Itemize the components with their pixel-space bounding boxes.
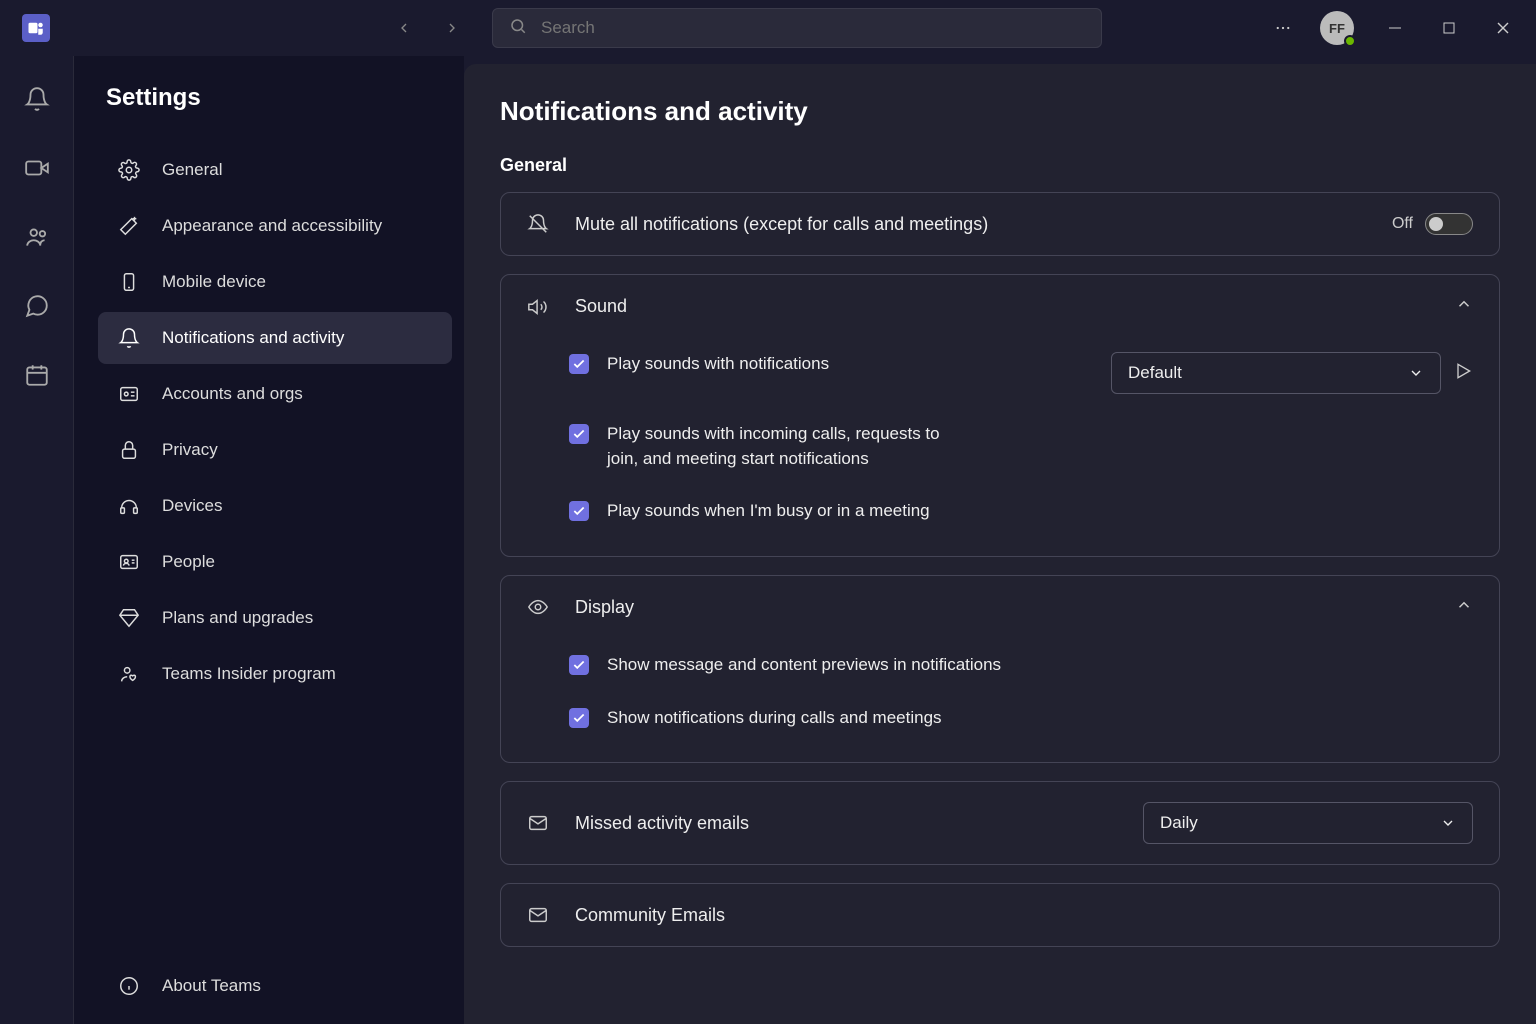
contact-icon — [118, 551, 140, 573]
gear-icon — [118, 159, 140, 181]
mute-card: Mute all notifications (except for calls… — [500, 192, 1500, 256]
section-general-label: General — [500, 155, 1500, 176]
maximize-button[interactable] — [1424, 8, 1474, 48]
badge-icon — [118, 383, 140, 405]
settings-title: Settings — [106, 84, 452, 112]
app-logo — [8, 14, 64, 42]
avatar-initials: FF — [1329, 21, 1345, 36]
more-button[interactable] — [1258, 8, 1308, 48]
display-title: Display — [575, 597, 1429, 618]
settings-sidebar: Settings General Appearance and accessib… — [74, 56, 464, 1024]
forward-button[interactable] — [432, 8, 472, 48]
display-checkbox-2[interactable] — [569, 708, 589, 728]
info-icon — [118, 975, 140, 997]
sidebar-item-privacy[interactable]: Privacy — [98, 424, 452, 476]
sound-opt1-label: Play sounds with notifications — [607, 352, 829, 377]
missed-label: Missed activity emails — [575, 813, 1117, 834]
rail-chat-icon[interactable] — [24, 293, 50, 324]
sidebar-item-label: General — [162, 160, 222, 180]
sound-title: Sound — [575, 296, 1429, 317]
sound-select-value: Default — [1128, 363, 1182, 383]
sidebar-item-label: Plans and upgrades — [162, 608, 313, 628]
missed-select-value: Daily — [1160, 813, 1198, 833]
diamond-icon — [118, 607, 140, 629]
sound-checkbox-2[interactable] — [569, 424, 589, 444]
bell-icon — [118, 327, 140, 349]
bell-off-icon — [527, 213, 549, 235]
sidebar-item-about[interactable]: About Teams — [98, 960, 452, 1012]
sidebar-item-mobile[interactable]: Mobile device — [98, 256, 452, 308]
search-icon — [509, 17, 527, 40]
sidebar-item-label: Devices — [162, 496, 222, 516]
sidebar-item-label: People — [162, 552, 215, 572]
sidebar-item-devices[interactable]: Devices — [98, 480, 452, 532]
mute-label: Mute all notifications (except for calls… — [575, 214, 1366, 235]
rail-teams-icon[interactable] — [24, 224, 50, 255]
missed-select[interactable]: Daily — [1143, 802, 1473, 844]
chevron-up-icon[interactable] — [1455, 295, 1473, 318]
page-title: Notifications and activity — [500, 96, 1500, 127]
wand-icon — [118, 215, 140, 237]
rail-activity-icon[interactable] — [24, 86, 50, 117]
sidebar-item-insider[interactable]: Teams Insider program — [98, 648, 452, 700]
avatar[interactable]: FF — [1320, 11, 1354, 45]
missed-emails-card: Missed activity emails Daily — [500, 781, 1500, 865]
sidebar-item-label: Mobile device — [162, 272, 266, 292]
minimize-button[interactable] — [1370, 8, 1420, 48]
sound-checkbox-3[interactable] — [569, 501, 589, 521]
sound-checkbox-1[interactable] — [569, 354, 589, 374]
sidebar-item-label: Privacy — [162, 440, 218, 460]
display-opt2-label: Show notifications during calls and meet… — [607, 706, 942, 731]
mute-toggle[interactable] — [1425, 213, 1473, 235]
person-heart-icon — [118, 663, 140, 685]
titlebar: FF — [0, 0, 1536, 56]
mail-icon — [527, 812, 549, 834]
presence-available-icon — [1344, 35, 1356, 47]
sound-opt3-label: Play sounds when I'm busy or in a meetin… — [607, 499, 930, 524]
display-checkbox-1[interactable] — [569, 655, 589, 675]
content-area: Notifications and activity General Mute … — [464, 64, 1536, 1024]
mute-state: Off — [1392, 215, 1413, 233]
speaker-icon — [527, 296, 549, 318]
sidebar-item-label: About Teams — [162, 976, 261, 996]
search-input[interactable] — [541, 18, 1085, 38]
sidebar-item-accounts[interactable]: Accounts and orgs — [98, 368, 452, 420]
search-box[interactable] — [492, 8, 1102, 48]
rail-calendar-icon[interactable] — [24, 362, 50, 393]
sound-opt2-label: Play sounds with incoming calls, request… — [607, 422, 967, 471]
display-opt1-label: Show message and content previews in not… — [607, 653, 1001, 678]
back-button[interactable] — [384, 8, 424, 48]
community-emails-card: Community Emails — [500, 883, 1500, 947]
eye-icon — [527, 596, 549, 618]
sidebar-item-label: Appearance and accessibility — [162, 216, 382, 236]
close-button[interactable] — [1478, 8, 1528, 48]
sidebar-item-label: Teams Insider program — [162, 664, 336, 684]
headset-icon — [118, 495, 140, 517]
sidebar-item-appearance[interactable]: Appearance and accessibility — [98, 200, 452, 252]
sidebar-item-people[interactable]: People — [98, 536, 452, 588]
chevron-up-icon[interactable] — [1455, 596, 1473, 619]
sidebar-item-general[interactable]: General — [98, 144, 452, 196]
sidebar-item-label: Notifications and activity — [162, 328, 344, 348]
sound-select[interactable]: Default — [1111, 352, 1441, 394]
rail-video-icon[interactable] — [24, 155, 50, 186]
sidebar-item-label: Accounts and orgs — [162, 384, 303, 404]
lock-icon — [118, 439, 140, 461]
community-label: Community Emails — [575, 905, 1473, 926]
teams-logo-icon — [22, 14, 50, 42]
mail-icon — [527, 904, 549, 926]
display-card: Display Show message and content preview… — [500, 575, 1500, 763]
sound-card: Sound Play sounds with notifications Def… — [500, 274, 1500, 557]
sidebar-item-plans[interactable]: Plans and upgrades — [98, 592, 452, 644]
play-sound-button[interactable] — [1453, 361, 1473, 386]
app-rail — [0, 56, 74, 1024]
sidebar-item-notifications[interactable]: Notifications and activity — [98, 312, 452, 364]
mobile-icon — [118, 271, 140, 293]
